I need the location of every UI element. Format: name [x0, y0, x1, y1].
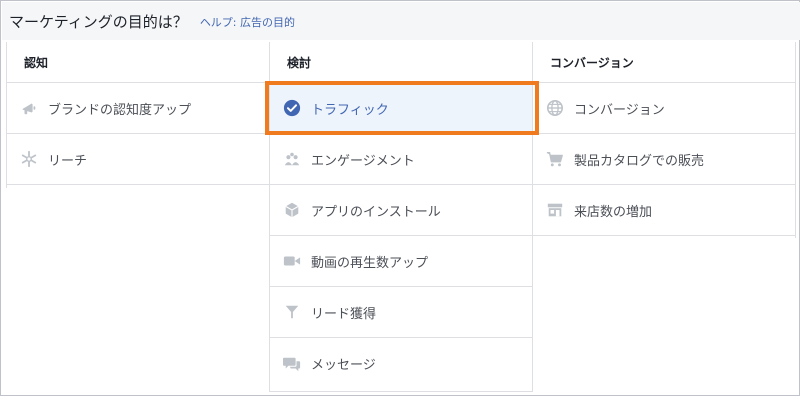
column-heading-conversion: コンバージョン [533, 42, 795, 83]
video-camera-icon [282, 251, 302, 271]
column-heading-awareness: 認知 [7, 42, 269, 83]
objective-conversions[interactable]: コンバージョン [533, 83, 795, 134]
objective-messages[interactable]: メッセージ [270, 338, 532, 389]
checkmark-circle-icon [282, 98, 302, 118]
shopping-cart-icon [545, 149, 565, 169]
objective-app-installs[interactable]: アプリのインストール [270, 185, 532, 236]
column-consideration: 検討 トラフィック エンゲージメント アプリのインストール 動画の再生数アップ [269, 42, 533, 392]
objective-video-views[interactable]: 動画の再生数アップ [270, 236, 532, 287]
page-title: マーケティングの目的は？ [9, 12, 188, 31]
objective-label: メッセージ [311, 358, 376, 373]
objective-label: 製品カタログでの販売 [574, 153, 705, 169]
objective-label: トラフィック [311, 102, 389, 118]
column-awareness: 認知 ブランドの認知度アップ リーチ [6, 42, 269, 188]
objective-store-visits[interactable]: 来店数の増加 [533, 185, 795, 236]
objective-catalog-sales[interactable]: 製品カタログでの販売 [533, 134, 795, 185]
people-icon [282, 149, 302, 169]
help-link[interactable]: ヘルプ: 広告の目的 [200, 14, 295, 30]
objective-label: リーチ [48, 153, 88, 169]
objective-label: リード獲得 [311, 306, 377, 322]
starburst-icon [19, 149, 39, 169]
funnel-icon [282, 302, 302, 322]
storefront-icon [545, 200, 565, 220]
cube-icon [282, 200, 302, 220]
objective-label: アプリのインストール [311, 204, 441, 220]
objective-panel: マーケティングの目的は？ ヘルプ: 広告の目的 認知 ブランドの認知度アップ リ… [0, 0, 800, 396]
objective-brand-awareness[interactable]: ブランドの認知度アップ [7, 83, 269, 134]
column-heading-consideration: 検討 [270, 42, 532, 83]
globe-icon [545, 98, 565, 118]
objective-reach[interactable]: リーチ [7, 134, 269, 185]
objective-engagement[interactable]: エンゲージメント [270, 134, 532, 185]
objective-traffic[interactable]: トラフィック [270, 83, 532, 134]
objective-label: 来店数の増加 [574, 204, 653, 220]
objective-label: コンバージョン [574, 102, 665, 118]
objective-label: 動画の再生数アップ [311, 255, 429, 271]
objective-lead-generation[interactable]: リード獲得 [270, 287, 532, 338]
objective-label: ブランドの認知度アップ [48, 102, 192, 118]
objective-label: エンゲージメント [311, 153, 415, 169]
chat-bubbles-icon [282, 354, 302, 374]
column-conversion: コンバージョン コンバージョン 製品カタログでの販売 来店数の増加 [533, 42, 796, 238]
megaphone-icon [19, 98, 39, 118]
panel-header: マーケティングの目的は？ ヘルプ: 広告の目的 [2, 2, 800, 40]
